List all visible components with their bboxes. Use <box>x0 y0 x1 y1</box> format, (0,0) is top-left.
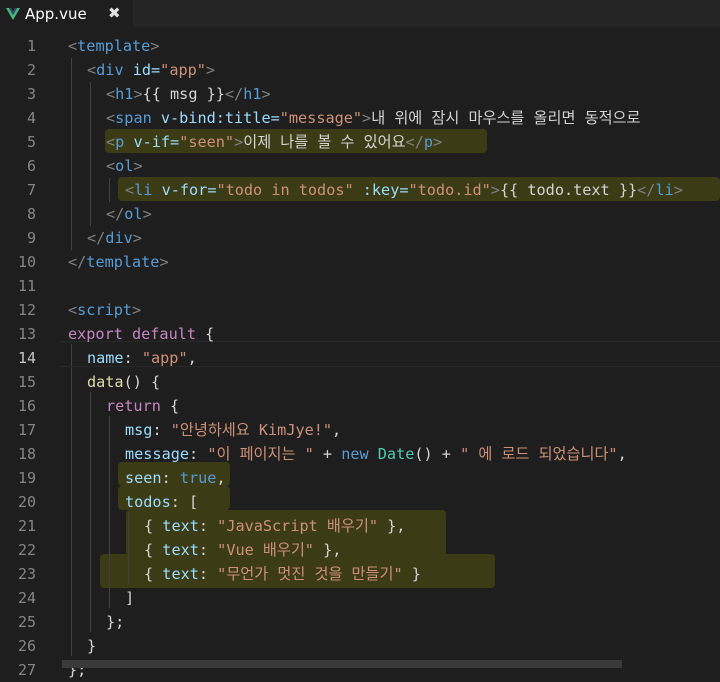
line-number: 26 <box>17 637 36 655</box>
code-line-12: 12 <script> <box>0 298 720 322</box>
close-icon[interactable]: ✖ <box>108 4 121 22</box>
code-line-15: 15 data() { <box>0 370 720 394</box>
code-line-16: 16 return { <box>0 394 720 418</box>
line-number: 6 <box>26 157 36 175</box>
vue-logo-icon <box>6 7 20 20</box>
code-line-9: 9 </div> <box>0 226 720 250</box>
line-number: 27 <box>17 661 36 679</box>
code-editor[interactable]: 1 <template> 2 <div id="app"> 3 <h1>{{ m… <box>0 34 720 679</box>
line-number: 8 <box>26 205 36 223</box>
code-line-19: 19 seen: true, <box>0 466 720 490</box>
line-number: 12 <box>17 301 36 319</box>
line-number: 24 <box>17 589 36 607</box>
code-line-3: 3 <h1>{{ msg }}</h1> <box>0 82 720 106</box>
code-line-25: 25 }; <box>0 610 720 634</box>
line-number: 4 <box>26 109 36 127</box>
code-line-2: 2 <div id="app"> <box>0 58 720 82</box>
code-line-7: 7 <li v-for="todo in todos" :key="todo.i… <box>0 178 720 202</box>
line-number: 25 <box>17 613 36 631</box>
code-line-20: 20 todos: [ <box>0 490 720 514</box>
line-number: 20 <box>17 493 36 511</box>
tab-title: App.vue <box>25 4 87 23</box>
code-line-17: 17 msg: "안녕하세요 KimJye!", <box>0 418 720 442</box>
code-line-22: 22 { text: "Vue 배우기" }, <box>0 538 720 562</box>
line-number: 2 <box>26 61 36 79</box>
code-line-6: 6 <ol> <box>0 154 720 178</box>
code-line-24: 24 ] <box>0 586 720 610</box>
code-line-13: 13 export default { <box>0 322 720 346</box>
line-number: 17 <box>17 421 36 439</box>
code-line-26: 26 } <box>0 634 720 658</box>
code-line-21: 21 { text: "JavaScript 배우기" }, <box>0 514 720 538</box>
line-number: 11 <box>17 277 36 295</box>
line-number: 23 <box>17 565 36 583</box>
code-line-5: 5 <p v-if="seen">이제 나를 볼 수 있어요</p> <box>0 130 720 154</box>
code-line-4: 4 <span v-bind:title="message">내 위에 잠시 마… <box>0 106 720 130</box>
line-number: 19 <box>17 469 36 487</box>
tab-app-vue[interactable]: App.vue ✖ <box>0 0 133 27</box>
line-number: 16 <box>17 397 36 415</box>
line-number: 21 <box>17 517 36 535</box>
line-number: 15 <box>17 373 36 391</box>
horizontal-scrollbar[interactable] <box>62 660 622 668</box>
code-line-23: 23 { text: "무언가 멋진 것을 만들기" } <box>0 562 720 586</box>
line-number: 18 <box>17 445 36 463</box>
line-number: 10 <box>17 253 36 271</box>
code-line-10: 10 </template> <box>0 250 720 274</box>
line-number: 7 <box>26 181 36 199</box>
line-number: 22 <box>17 541 36 559</box>
line-number: 5 <box>26 133 36 151</box>
line-number: 13 <box>17 325 36 343</box>
code-line-11: 11 <box>0 274 720 298</box>
code-line-18: 18 message: "이 페이지는 " + new Date() + " 에… <box>0 442 720 466</box>
code-line-14: 14 name: "app", <box>0 346 720 370</box>
editor-tab-bar: App.vue ✖ <box>0 0 720 27</box>
line-number: 3 <box>26 85 36 103</box>
line-number-active: 14 <box>17 349 36 367</box>
code-line-8: 8 </ol> <box>0 202 720 226</box>
line-number: 1 <box>26 37 36 55</box>
code-line-1: 1 <template> <box>0 34 720 58</box>
line-number: 9 <box>26 229 36 247</box>
